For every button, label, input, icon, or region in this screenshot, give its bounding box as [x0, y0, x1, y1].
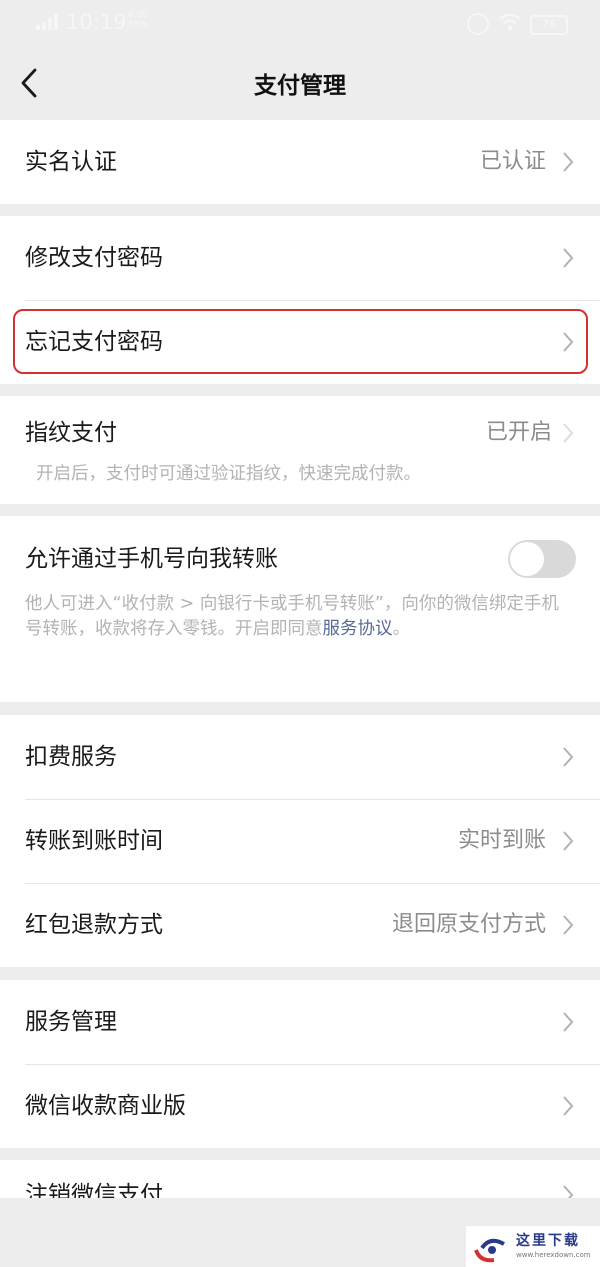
row-label: 扣费服务 — [25, 744, 117, 770]
chevron-right-icon — [563, 248, 574, 268]
row-label: 修改支付密码 — [25, 245, 163, 271]
row-label: 注销微信支付 — [25, 1182, 163, 1198]
highlight-frame — [13, 309, 588, 374]
row-label: 转账到账时间 — [25, 828, 163, 854]
row-value: 实时到账 — [457, 828, 546, 853]
row-deduction-service[interactable]: 扣费服务 — [0, 715, 600, 799]
watermark: 这里下载 www.herexdown.com — [466, 1226, 600, 1267]
group-identity: 实名认证 已认证 — [0, 120, 600, 204]
row-label: 红包退款方式 — [25, 912, 163, 938]
row-label: 实名认证 — [25, 149, 117, 175]
row-transfer-time[interactable]: 转账到账时间 实时到账 — [0, 799, 600, 883]
row-value: 已认证 — [479, 149, 546, 174]
row-business-edition[interactable]: 微信收款商业版 — [0, 1064, 600, 1148]
status-time: 10:19 — [66, 10, 127, 34]
signal-icon — [36, 14, 58, 30]
row-change-password[interactable]: 修改支付密码 — [0, 216, 600, 300]
chevron-right-icon — [563, 1185, 574, 1198]
watermark-url: www.herexdown.com — [516, 1251, 591, 1259]
group-transfer-settings: 扣费服务 转账到账时间 实时到账 红包退款方式 退回原支付方式 — [0, 715, 600, 967]
row-service-management[interactable]: 服务管理 — [0, 980, 600, 1064]
watermark-logo-icon — [474, 1238, 505, 1263]
service-agreement-link[interactable]: 服务协议 — [323, 619, 393, 639]
chevron-right-icon — [563, 1012, 574, 1032]
network-speed: 4.00 KB/s — [128, 10, 149, 30]
alarm-icon — [467, 13, 489, 35]
wifi-icon — [499, 13, 521, 31]
row-value: 已开启 — [485, 420, 552, 445]
watermark-text: 这里下载 — [516, 1233, 580, 1249]
group-services: 服务管理 微信收款商业版 — [0, 980, 600, 1148]
status-bar: 10:19 4.00 KB/s 76 — [0, 0, 600, 46]
phone-transfer-description: 他人可进入“收付款 > 向银行卡或手机号转账”，向你的微信绑定手机号转账，收款将… — [25, 592, 575, 642]
row-deregister[interactable]: 注销微信支付 — [0, 1160, 600, 1198]
description-end: 。 — [392, 619, 411, 639]
battery-indicator: 76 — [530, 15, 568, 35]
nav-bar: 支付管理 — [0, 46, 600, 120]
row-fingerprint[interactable]: 指纹支付 已开启 — [0, 396, 600, 470]
row-label: 微信收款商业版 — [25, 1093, 186, 1119]
row-label: 服务管理 — [25, 1009, 117, 1035]
description-text: 他人可进入“收付款 > 向银行卡或手机号转账”，向你的微信绑定手机号转账，收款将… — [25, 594, 559, 639]
row-value: 退回原支付方式 — [391, 912, 546, 937]
chevron-right-icon — [563, 423, 574, 443]
group-fingerprint: 指纹支付 已开启 开启后，支付时可通过验证指纹，快速完成付款。 — [0, 396, 600, 504]
chevron-right-icon — [563, 1096, 574, 1116]
fingerprint-description: 开启后，支付时可通过验证指纹，快速完成付款。 — [36, 464, 421, 484]
row-redpacket-refund[interactable]: 红包退款方式 退回原支付方式 — [0, 883, 600, 967]
group-deregister: 注销微信支付 — [0, 1160, 600, 1198]
phone-transfer-toggle[interactable] — [508, 540, 576, 578]
page-title: 支付管理 — [254, 73, 346, 99]
row-label: 允许通过手机号向我转账 — [25, 546, 278, 572]
row-real-name[interactable]: 实名认证 已认证 — [0, 120, 600, 204]
chevron-right-icon — [563, 747, 574, 767]
toggle-knob — [510, 542, 544, 576]
chevron-right-icon — [563, 152, 574, 172]
group-phone-transfer: 允许通过手机号向我转账 他人可进入“收付款 > 向银行卡或手机号转账”，向你的微… — [0, 516, 600, 702]
chevron-right-icon — [563, 831, 574, 851]
row-label: 指纹支付 — [25, 420, 117, 446]
chevron-right-icon — [563, 915, 574, 935]
